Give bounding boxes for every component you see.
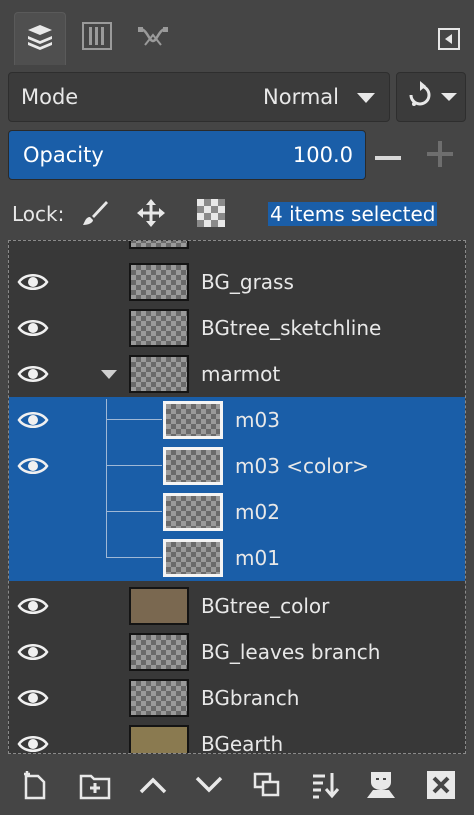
lower-layer-icon bbox=[195, 776, 223, 798]
layer-row[interactable]: BG_leaves branch bbox=[9, 629, 465, 675]
lower-layer-button[interactable] bbox=[190, 768, 228, 806]
tab-channels[interactable] bbox=[72, 12, 122, 64]
layers-list[interactable]: BG_grass BGtree_sketchline marmot m03 m0… bbox=[8, 240, 466, 754]
layer-name: m01 bbox=[235, 546, 280, 570]
layer-row-selected[interactable]: m02 bbox=[9, 489, 465, 535]
tree-guide-line bbox=[106, 465, 162, 466]
merge-down-button[interactable] bbox=[306, 768, 344, 806]
opacity-decrease-button[interactable] bbox=[370, 136, 406, 176]
minus-icon bbox=[375, 147, 401, 166]
layer-thumbnail bbox=[129, 309, 189, 347]
new-layer-button[interactable] bbox=[16, 768, 54, 806]
layer-name: BGbranch bbox=[201, 686, 300, 710]
opacity-slider[interactable]: Opacity 100.0 bbox=[8, 130, 366, 180]
tree-guide-line bbox=[106, 419, 162, 420]
expander-arrow-icon[interactable] bbox=[101, 370, 117, 379]
layer-name: marmot bbox=[201, 362, 281, 386]
layer-name: m03 <color> bbox=[235, 454, 370, 478]
paths-icon bbox=[137, 21, 169, 55]
tree-guide-line bbox=[106, 399, 107, 557]
lock-toolbar: Lock: 4 items selected bbox=[0, 194, 474, 234]
layer-group-row[interactable]: marmot bbox=[9, 351, 465, 397]
opacity-increase-button[interactable] bbox=[420, 136, 460, 176]
layer-row[interactable]: BGearth bbox=[9, 721, 465, 754]
lock-pixels-icon[interactable] bbox=[78, 196, 112, 230]
layer-mask-button[interactable] bbox=[362, 768, 400, 806]
chevron-down-icon bbox=[357, 93, 375, 103]
chevron-down-icon bbox=[441, 88, 457, 107]
lock-position-icon[interactable] bbox=[134, 196, 168, 230]
dock-tab-bar bbox=[0, 0, 474, 66]
layer-name: BGtree_color bbox=[201, 594, 330, 618]
duplicate-layer-button[interactable] bbox=[248, 768, 286, 806]
layer-thumbnail bbox=[129, 241, 189, 249]
plus-icon bbox=[427, 141, 453, 171]
new-group-icon bbox=[79, 770, 111, 804]
duplicate-layer-icon bbox=[253, 772, 281, 802]
tab-paths[interactable] bbox=[128, 12, 178, 64]
eye-icon[interactable] bbox=[17, 455, 49, 477]
raise-layer-button[interactable] bbox=[134, 768, 172, 806]
layer-row-selected[interactable]: m01 bbox=[9, 535, 465, 581]
layer-thumbnail bbox=[129, 679, 189, 717]
layer-name: m03 bbox=[235, 408, 280, 432]
eye-icon[interactable] bbox=[17, 317, 49, 339]
delete-layer-button[interactable] bbox=[422, 768, 460, 806]
eye-icon[interactable] bbox=[17, 733, 49, 753]
new-group-button[interactable] bbox=[76, 768, 114, 806]
layers-icon bbox=[25, 22, 55, 56]
mode-value: Normal bbox=[263, 85, 339, 109]
eye-icon[interactable] bbox=[17, 687, 49, 709]
raise-layer-icon bbox=[139, 776, 167, 798]
layer-name: BGtree_sketchline bbox=[201, 316, 382, 340]
eye-icon[interactable] bbox=[17, 641, 49, 663]
tab-layers[interactable] bbox=[14, 12, 66, 65]
mode-dropdown[interactable]: Mode Normal bbox=[8, 72, 390, 122]
layer-thumbnail bbox=[163, 401, 223, 439]
eye-icon[interactable] bbox=[17, 595, 49, 617]
tab-menu-icon bbox=[443, 30, 455, 49]
mode-label: Mode bbox=[21, 85, 79, 109]
opacity-value: 100.0 bbox=[292, 143, 353, 167]
selection-status: 4 items selected bbox=[268, 202, 438, 226]
layer-row-clipped bbox=[9, 241, 465, 253]
eye-icon[interactable] bbox=[17, 271, 49, 293]
layer-thumbnail bbox=[163, 493, 223, 531]
layers-action-bar bbox=[0, 760, 474, 815]
tree-guide-line bbox=[106, 557, 162, 558]
layer-row[interactable]: BGtree_color bbox=[9, 583, 465, 629]
layer-row-selected[interactable]: m03 <color> bbox=[9, 443, 465, 489]
merge-down-icon bbox=[310, 771, 340, 803]
lock-label: Lock: bbox=[12, 202, 65, 226]
layer-name: BG_leaves branch bbox=[201, 640, 381, 664]
layer-thumbnail bbox=[129, 263, 189, 301]
layer-thumbnail bbox=[163, 539, 223, 577]
layer-thumbnail bbox=[163, 447, 223, 485]
layer-thumbnail bbox=[129, 633, 189, 671]
eye-icon[interactable] bbox=[17, 363, 49, 385]
layer-thumbnail bbox=[129, 355, 189, 393]
reset-icon bbox=[405, 80, 435, 114]
mask-icon bbox=[365, 770, 397, 804]
layer-row[interactable]: BGbranch bbox=[9, 675, 465, 721]
channels-icon bbox=[81, 21, 113, 55]
opacity-label: Opacity bbox=[23, 143, 104, 167]
layer-thumbnail bbox=[129, 587, 189, 625]
layer-row-selected[interactable]: m03 bbox=[9, 397, 465, 443]
eye-icon[interactable] bbox=[17, 409, 49, 431]
layer-name: BGearth bbox=[201, 732, 284, 754]
composite-mode-button[interactable] bbox=[396, 72, 466, 122]
layer-name: m02 bbox=[235, 500, 280, 524]
layer-thumbnail bbox=[129, 725, 189, 753]
tab-menu-button[interactable] bbox=[438, 28, 460, 50]
delete-layer-icon bbox=[426, 770, 456, 804]
tree-guide-line bbox=[106, 511, 162, 512]
layer-row[interactable]: BGtree_sketchline bbox=[9, 305, 465, 351]
layer-name: BG_grass bbox=[201, 270, 294, 294]
lock-alpha-icon[interactable] bbox=[194, 196, 228, 230]
layer-row[interactable]: BG_grass bbox=[9, 259, 465, 305]
new-layer-icon bbox=[20, 770, 50, 804]
